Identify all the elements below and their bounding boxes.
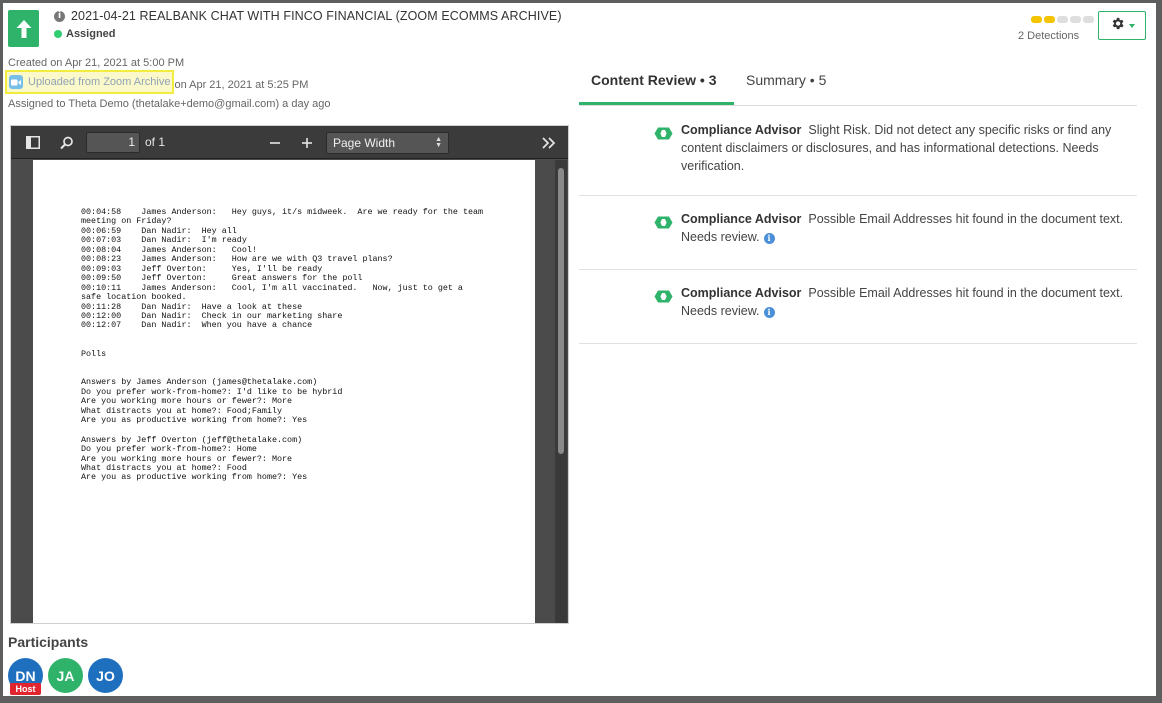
upload-date: on Apr 21, 2021 at 5:25 PM [174,78,309,91]
transcript-line: Are you as productive working from home?… [81,472,308,483]
scrollbar-thumb[interactable] [558,168,564,454]
host-badge: Host [10,683,41,695]
detection-text: Compliance Advisor Possible Email Addres… [681,210,1129,246]
detection-item[interactable]: Compliance Advisor Slight Risk. Did not … [579,107,1137,196]
tab-content-review[interactable]: Content Review • 3 [579,64,734,105]
upload-source-link[interactable]: Uploaded from Zoom Archive [28,76,170,88]
transcript-line: Are you as productive working from home?… [81,415,308,426]
status-row: Assigned [54,28,116,40]
assignment-info: Assigned to Theta Demo (thetalake+demo@g… [8,98,331,110]
viewer-toolbar: 1 of 1 Page Width ▲ ▼ [11,126,568,159]
detection-text: Compliance Advisor Possible Email Addres… [681,284,1129,320]
zoom-out-icon[interactable] [267,126,283,159]
compliance-advisor-icon [654,216,673,229]
title-row: i 2021-04-21 REALBANK CHAT WITH FINCO FI… [54,9,562,23]
detection-level-segment [1070,16,1081,23]
record-title: 2021-04-21 REALBANK CHAT WITH FINCO FINA… [71,9,562,23]
detection-level-segment [1057,16,1068,23]
search-icon[interactable] [57,126,77,159]
detection-level-segment [1031,16,1042,23]
zoom-in-icon[interactable] [299,126,315,159]
settings-button[interactable] [1098,11,1146,40]
page-count: of 1 [145,135,166,149]
video-camera-icon [9,75,23,89]
participants-title: Participants [8,634,89,650]
compliance-advisor-icon [654,290,673,303]
gear-icon [1110,16,1125,36]
review-tabs: Content Review • 3 Summary • 5 [579,64,1137,106]
info-icon[interactable]: i [54,10,65,22]
upload-source-highlight[interactable]: Uploaded from Zoom Archive [5,70,175,94]
upload-info: Uploaded from Zoom Archive on Apr 21, 20… [5,70,309,94]
document-viewer: 1 of 1 Page Width ▲ ▼ 00:04:58 James Ande… [10,125,569,624]
document-scroll-area[interactable]: 00:04:58 James Anderson: Hey guys, it/s … [11,160,568,623]
participant-avatar[interactable]: JA [48,658,83,693]
status-dot-icon [54,30,62,38]
double-chevron-right-icon[interactable] [539,126,559,159]
detection-level-segment [1083,16,1094,23]
info-icon[interactable]: i [763,233,775,244]
record-page: i 2021-04-21 REALBANK CHAT WITH FINCO FI… [3,3,1156,696]
transcript-text: 00:04:58 James Anderson: Hey guys, it/s … [81,207,483,483]
detection-item[interactable]: Compliance Advisor Possible Email Addres… [579,196,1137,270]
detection-item[interactable]: Compliance Advisor Possible Email Addres… [579,270,1137,344]
transcript-line: 00:12:07 Dan Nadir: When you have a chan… [81,320,313,331]
created-date: Created on Apr 21, 2021 at 5:00 PM [8,57,185,69]
document-page: 00:04:58 James Anderson: Hey guys, it/s … [33,160,535,623]
select-arrows-icon: ▲ ▼ [435,136,442,149]
detection-source: Compliance Advisor [681,286,802,300]
arrow-up-icon[interactable] [8,10,39,47]
participant-avatar[interactable]: JO [88,658,123,693]
compliance-advisor-icon [654,127,673,140]
tab-summary[interactable]: Summary • 5 [734,64,838,105]
chevron-down-icon [1128,23,1135,28]
detection-level-bar [1031,16,1094,23]
sidebar-toggle-icon[interactable] [23,126,43,159]
detection-text: Compliance Advisor Slight Risk. Did not … [681,121,1129,175]
scrollbar[interactable] [555,160,567,623]
status-label: Assigned [66,28,116,40]
detections-count[interactable]: 2 Detections [1018,30,1079,42]
polls-title: Polls [81,348,107,359]
zoom-select-value: Page Width [333,136,396,150]
zoom-select[interactable]: Page Width ▲ ▼ [326,132,449,154]
detection-level-segment [1044,16,1055,23]
page-number-input[interactable]: 1 [86,132,140,153]
detection-source: Compliance Advisor [681,123,802,137]
detection-source: Compliance Advisor [681,212,802,226]
info-icon[interactable]: i [763,307,775,318]
